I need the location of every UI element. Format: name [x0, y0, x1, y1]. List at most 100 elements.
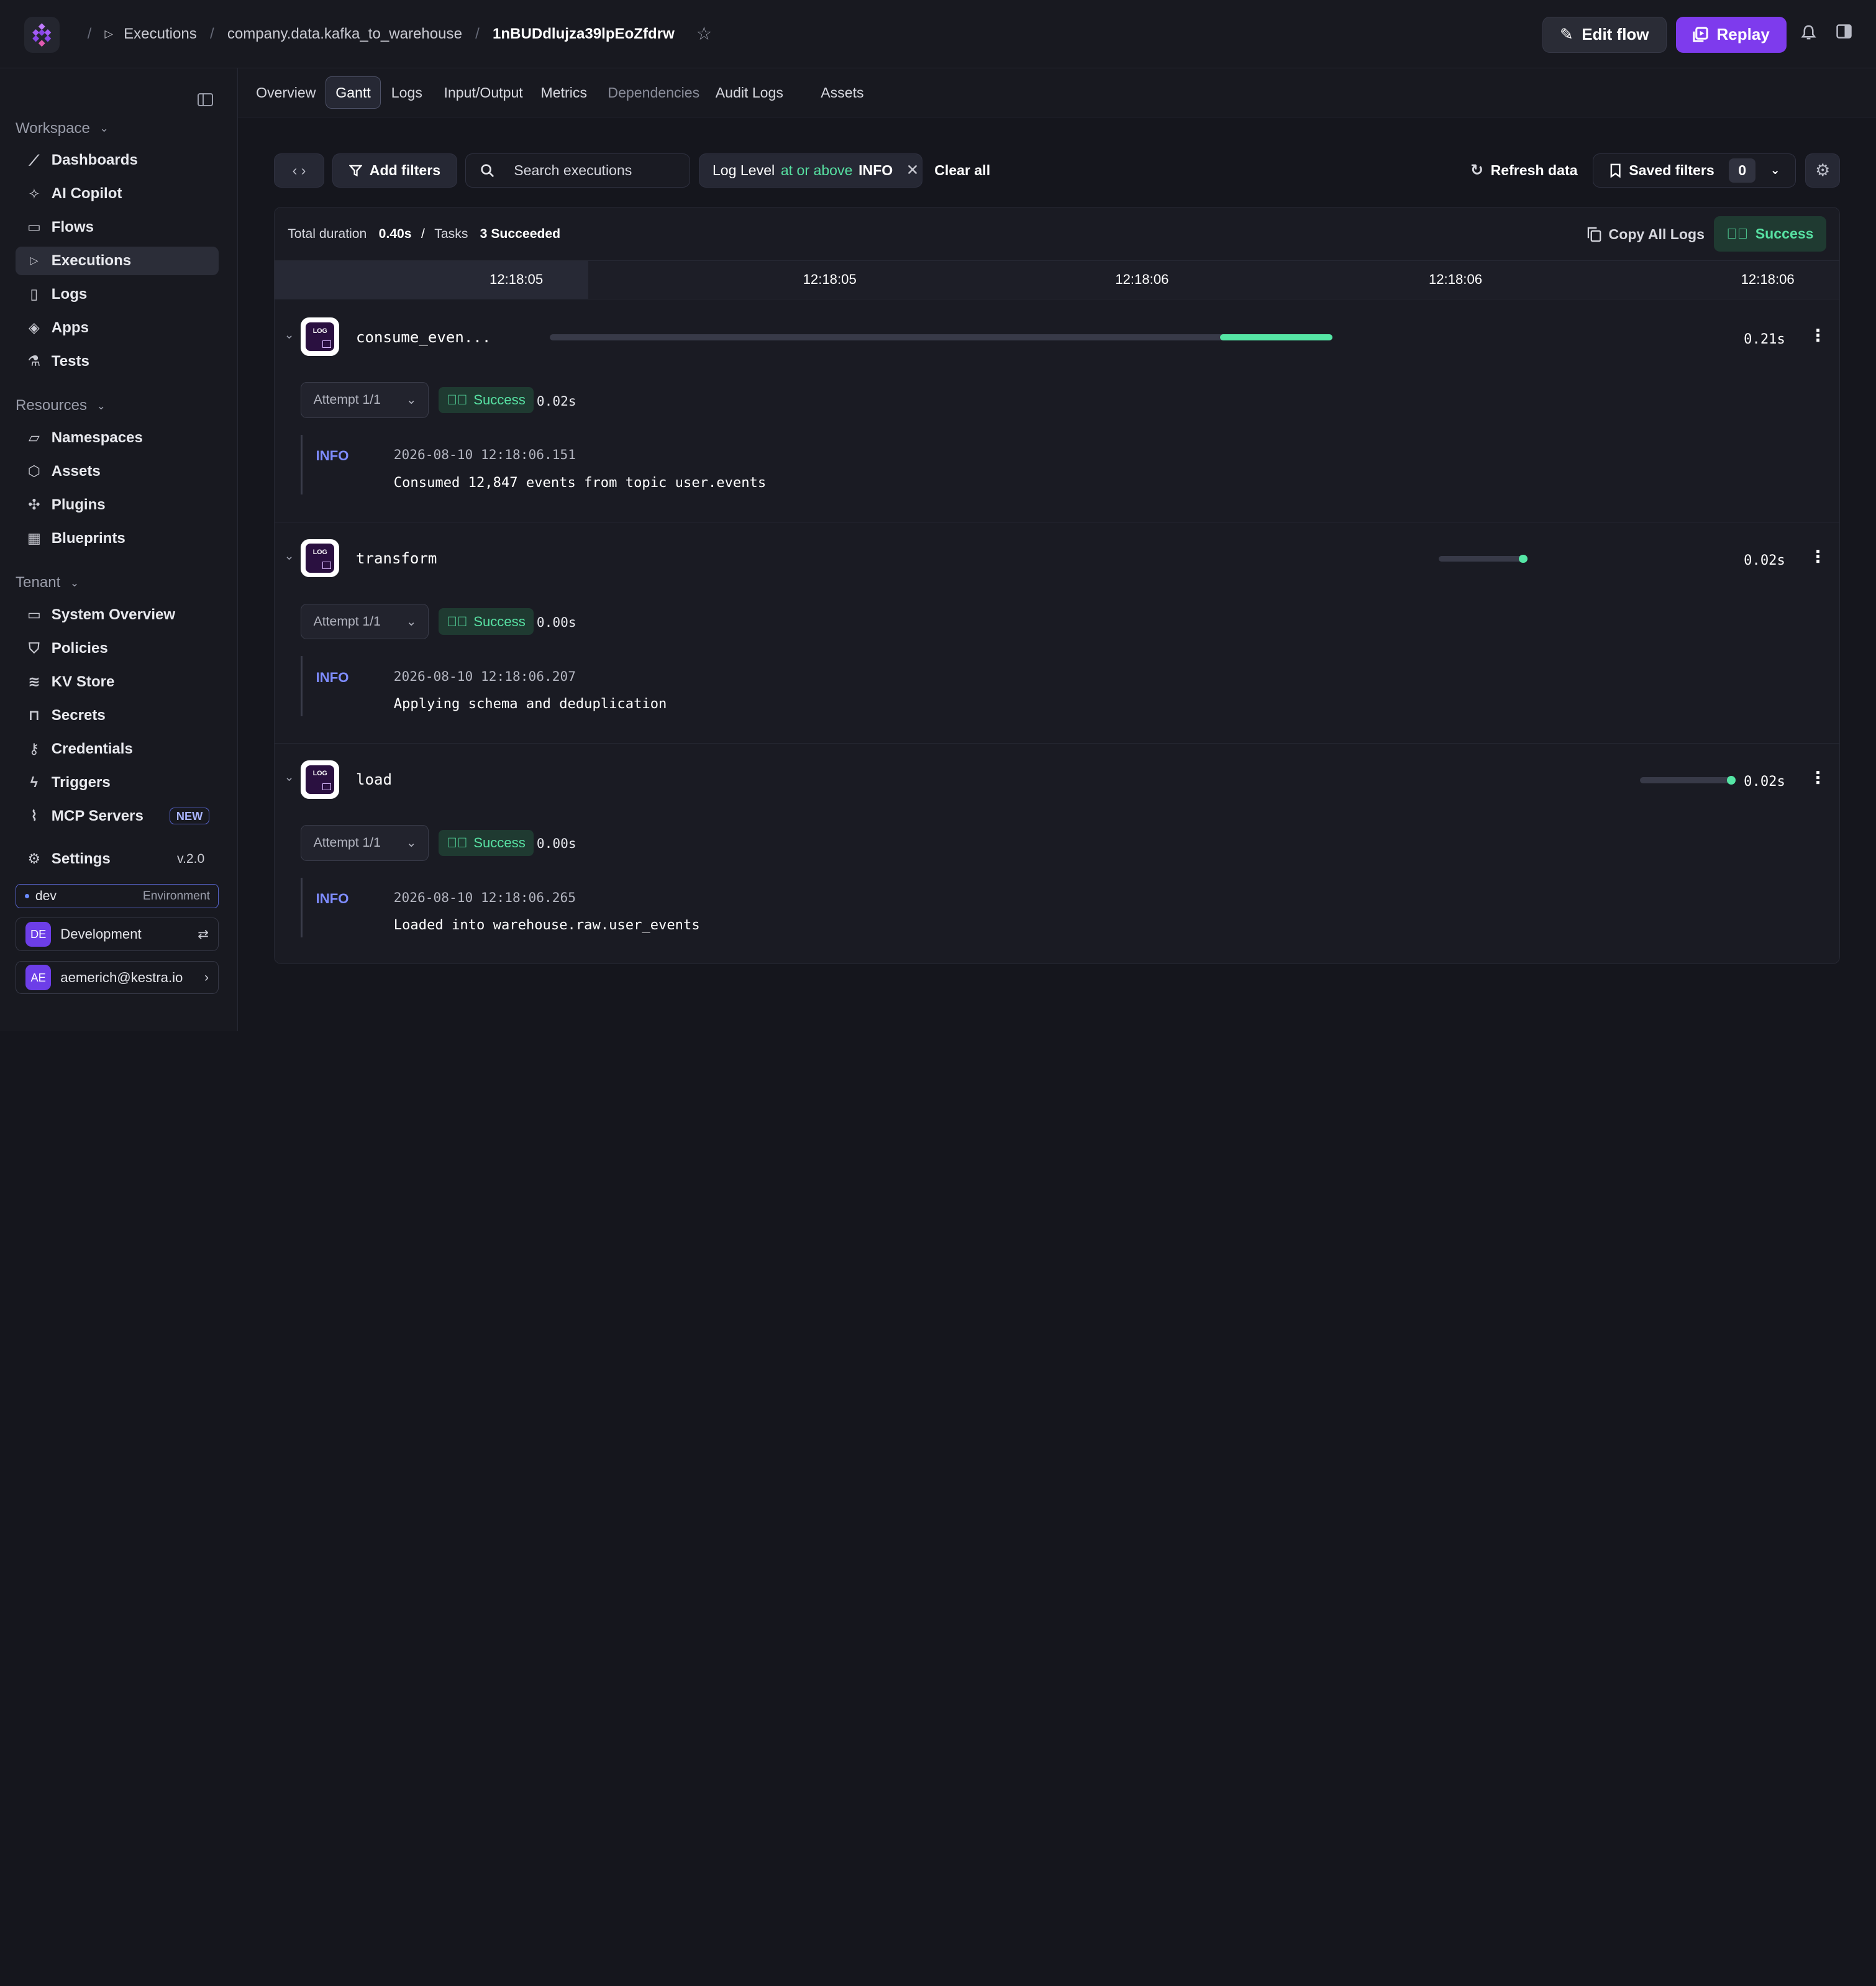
tab-assets[interactable]: Assets [811, 76, 873, 109]
sidebar-item-ai-copilot[interactable]: ✧ AI Copilot [16, 180, 219, 208]
chevron-down-icon: ⌄ [406, 836, 417, 850]
task-name[interactable]: load [356, 771, 392, 788]
kebab-menu-icon[interactable]: ⋮ [1810, 768, 1826, 788]
search-icon [481, 164, 494, 178]
chevron-down-icon[interactable]: ⌄ [284, 770, 294, 785]
sidebar-item-settings[interactable]: ⚙ Settings v.2.0 [16, 845, 219, 873]
user-menu[interactable]: AE aemerich@kestra.io › [16, 960, 219, 995]
gantt-bar[interactable] [1519, 554, 1528, 563]
tab-dependencies[interactable]: Dependencies [598, 76, 709, 109]
tab-input-output[interactable]: Input/Output [434, 76, 532, 109]
resources-section-toggle[interactable]: Resources ⌄ [16, 397, 106, 414]
sidebar-item-dashboards[interactable]: ⟋ Dashboards [16, 146, 219, 175]
tab-logs[interactable]: Logs [381, 76, 432, 109]
chevron-down-icon[interactable]: ⌄ [284, 549, 294, 563]
log-level-filter-chip[interactable]: Log Level at or above INFO ✕ [698, 153, 922, 188]
sidebar-item-tests[interactable]: ⚗ Tests [16, 347, 219, 376]
tab-overview[interactable]: Overview [247, 76, 326, 109]
tab-audit-logs[interactable]: Audit Logs [706, 76, 793, 109]
task-row: ⌄ LOG consume_even... 0.21s ⋮ Attempt 1/… [275, 301, 1840, 522]
close-icon[interactable]: ✕ [906, 161, 919, 180]
attempt-selector[interactable]: Attempt 1/1 ⌄ [301, 382, 429, 419]
chevron-down-icon: ⌄ [70, 576, 80, 589]
attempt-selector[interactable]: Attempt 1/1 ⌄ [301, 824, 429, 861]
version-label: v.2.0 [177, 851, 205, 866]
breadcrumb-execution-id: 1nBUDdlujza39lpEoZfdrw [493, 25, 675, 42]
sidebar-item-flows[interactable]: ▭ Flows [16, 213, 219, 242]
search-input[interactable]: Search executions [465, 153, 691, 188]
collapse-sidebar-icon[interactable] [197, 93, 213, 107]
tab-metrics[interactable]: Metrics [531, 76, 596, 109]
sidebar-item-kv-store[interactable]: ≋ KV Store [16, 668, 219, 696]
mcp-icon: ⌇ [30, 808, 38, 824]
copy-all-logs-button[interactable]: Copy All Logs [1587, 219, 1705, 251]
sidebar-item-system-overview[interactable]: ▭ System Overview [16, 601, 219, 629]
task-duration: 0.02s [1744, 773, 1785, 790]
kebab-menu-icon[interactable]: ⋮ [1810, 547, 1826, 567]
sidebar-item-credentials[interactable]: ⚷ Credentials [16, 735, 219, 763]
sidebar-item-policies[interactable]: ⛉ Policies [16, 634, 219, 663]
side-panel-icon[interactable] [1836, 24, 1852, 43]
sidebar-item-namespaces[interactable]: ▱ Namespaces [16, 424, 219, 452]
new-badge: NEW [170, 807, 210, 825]
breadcrumb-flow[interactable]: company.data.kafka_to_warehouse [227, 25, 462, 43]
sidebar-item-plugins[interactable]: ✣ Plugins [16, 491, 219, 519]
logo-icon [32, 22, 52, 47]
sidebar-item-mcp-servers[interactable]: ⌇ MCP Servers NEW [16, 801, 219, 830]
attempt-duration: 0.02s [536, 393, 576, 409]
sidebar-item-assets[interactable]: ⬡ Assets [16, 457, 219, 486]
edit-flow-button[interactable]: ✎ Edit flow [1542, 16, 1667, 53]
puzzle-icon: ✣ [28, 496, 40, 513]
workspace-section-toggle[interactable]: Workspace ⌄ [16, 120, 109, 137]
log-timestamp: 2026-08-10 12:18:06.265 [393, 889, 576, 905]
sidebar-item-logs[interactable]: ▯ Logs [16, 280, 219, 309]
database-icon: ≋ [28, 673, 40, 690]
timeline-tick: 12:18:06 [1428, 271, 1483, 288]
chevron-down-icon: ⌄ [406, 615, 417, 629]
task-name[interactable]: consume_even... [356, 329, 491, 346]
log-timestamp: 2026-08-10 12:18:06.151 [393, 447, 576, 463]
bell-icon[interactable] [1801, 24, 1816, 45]
clear-all-button[interactable]: Clear all [934, 153, 990, 188]
attempt-duration: 0.00s [536, 614, 576, 631]
kestra-logo[interactable] [24, 16, 60, 53]
refresh-data-button[interactable]: ↻ Refresh data [1470, 153, 1578, 188]
add-filters-button[interactable]: Add filters [332, 153, 457, 188]
tenant-switcher[interactable]: DE Development ⇄ [16, 918, 219, 952]
timeline-tick: 12:18:06 [1115, 271, 1169, 288]
log-level: INFO [316, 669, 349, 685]
gantt-bar[interactable] [1219, 334, 1332, 340]
gantt-bar-track [550, 334, 1332, 340]
saved-filters-dropdown[interactable]: Saved filters 0 ⌄ [1592, 153, 1796, 188]
attempt-selector[interactable]: Attempt 1/1 ⌄ [301, 603, 429, 640]
timeline-tick: 12:18:05 [803, 271, 857, 288]
log-timestamp: 2026-08-10 12:18:06.207 [393, 668, 576, 684]
sidebar-item-triggers[interactable]: ϟ Triggers [16, 768, 219, 796]
status-badge: ✓⃝ Success [438, 387, 534, 414]
gantt-bar[interactable] [1727, 776, 1736, 785]
play-icon: ▷ [30, 254, 39, 267]
sidebar-item-executions[interactable]: ▷ Executions [16, 246, 219, 275]
task-name[interactable]: transform [356, 550, 437, 567]
top-header: / ▷ Executions / company.data.kafka_to_w… [0, 0, 1876, 68]
breadcrumb-executions[interactable]: Executions [124, 25, 197, 43]
environment-selector[interactable]: dev Environment [16, 884, 219, 908]
log-task-icon: LOG [301, 317, 340, 356]
chevron-down-icon[interactable]: ⌄ [284, 327, 294, 342]
lock-icon: ⊓ [28, 707, 40, 724]
kebab-menu-icon[interactable]: ⋮ [1810, 326, 1826, 345]
timeline-tick: 12:18:05 [489, 271, 544, 288]
log-task-icon: LOG [301, 760, 340, 799]
pencil-icon: ✎ [1559, 25, 1573, 44]
replay-button[interactable]: Replay [1676, 16, 1787, 53]
table-settings-button[interactable]: ⚙ [1805, 153, 1841, 188]
log-task-icon: LOG [301, 539, 340, 578]
tenant-section-toggle[interactable]: Tenant ⌄ [16, 574, 79, 591]
monitor-icon: ▭ [27, 606, 41, 623]
sidebar-item-secrets[interactable]: ⊓ Secrets [16, 701, 219, 730]
code-toggle-button[interactable]: ‹ › [274, 153, 324, 188]
star-icon[interactable]: ☆ [696, 23, 712, 45]
sidebar-item-blueprints[interactable]: ▦ Blueprints [16, 524, 219, 553]
sidebar-item-apps[interactable]: ◈ Apps [16, 314, 219, 342]
tab-gantt[interactable]: Gantt [325, 76, 381, 109]
